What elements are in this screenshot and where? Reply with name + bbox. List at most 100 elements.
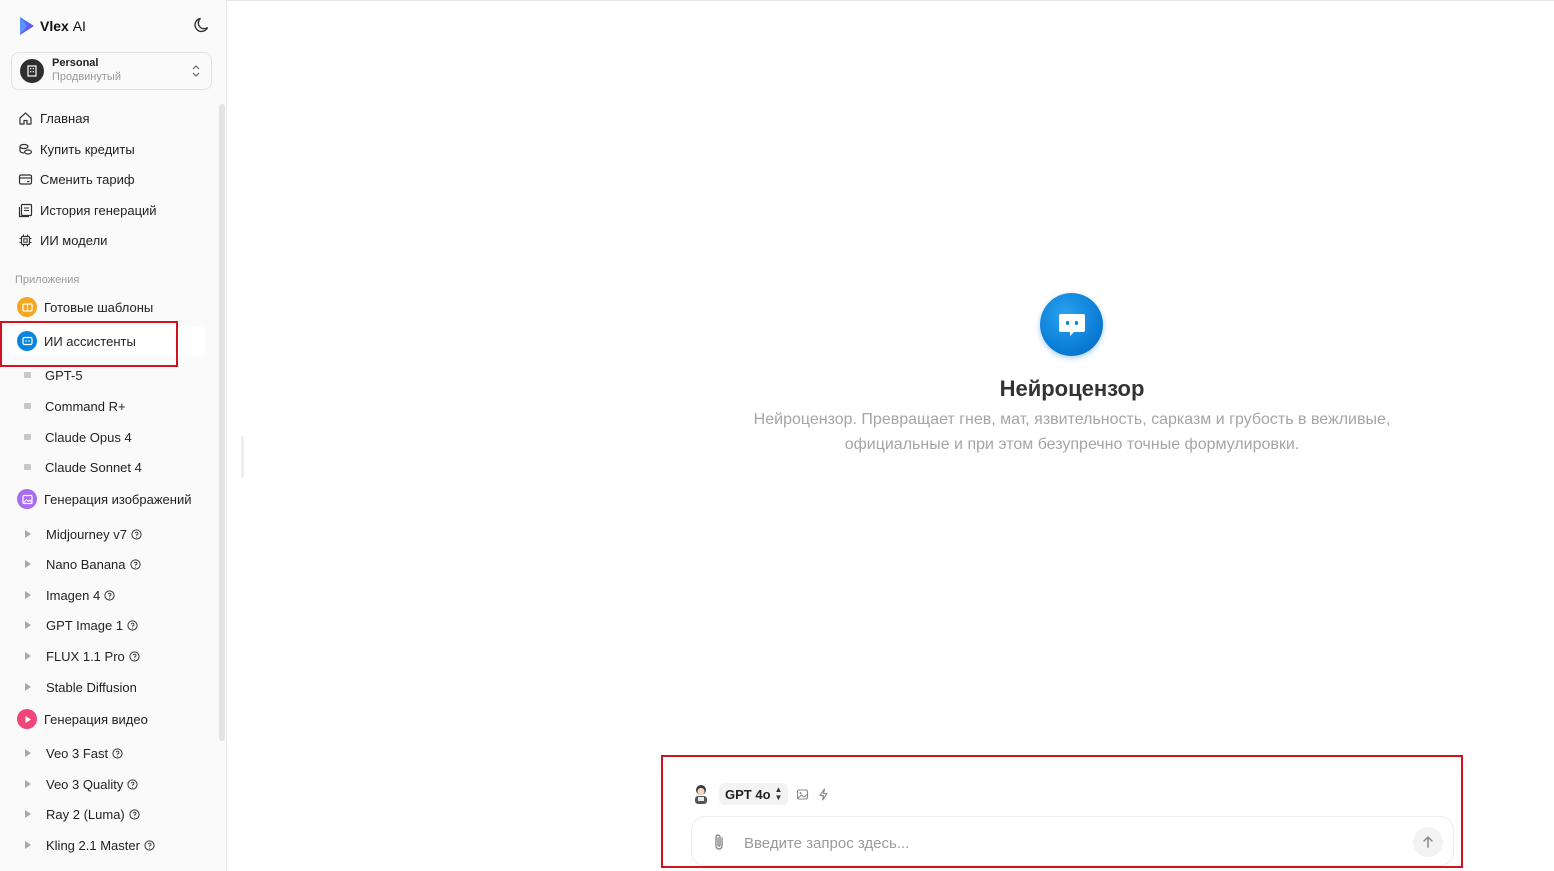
- play-icon: [25, 652, 31, 660]
- help-icon[interactable]: [129, 558, 141, 570]
- image-model-label: Nano Banana: [46, 556, 126, 572]
- app-item-assistants[interactable]: ИИ ассистенты: [17, 330, 136, 352]
- image-model-item[interactable]: Midjourney v7: [22, 525, 142, 543]
- assistant-item[interactable]: Command R+: [22, 397, 126, 415]
- prompt-box: [691, 816, 1454, 866]
- model-dot-icon: [24, 434, 31, 440]
- chat-composer: GPT 4o ▲ ▼: [662, 756, 1462, 868]
- history-icon: [18, 203, 33, 217]
- video-model-item[interactable]: Veo 3 Quality: [22, 775, 138, 793]
- building-icon: [27, 65, 37, 77]
- model-avatar-icon: [695, 785, 707, 804]
- play-icon: [25, 810, 31, 818]
- templates-icon: [17, 297, 37, 317]
- lightning-icon[interactable]: [817, 787, 830, 801]
- image-model-item[interactable]: Stable Diffusion: [22, 678, 137, 696]
- image-icon[interactable]: [796, 788, 809, 801]
- assistant-description-line: официальные и при этом безупречно точные…: [844, 436, 1300, 453]
- arrow-up-icon: [1423, 836, 1433, 848]
- play-icon: [25, 530, 31, 538]
- coins-icon: [19, 143, 33, 155]
- video-play-icon: [17, 709, 37, 729]
- card-icon: [18, 173, 33, 185]
- chat-bot-icon: [1058, 313, 1085, 336]
- app-item-image-generation[interactable]: Генерация изображений: [17, 488, 191, 510]
- image-model-label: Stable Diffusion: [46, 679, 137, 695]
- sort-arrows-icon: ▲ ▼: [774, 785, 783, 802]
- app-item-label: ИИ ассистенты: [44, 333, 136, 349]
- image-model-item[interactable]: Imagen 4: [22, 586, 115, 604]
- assistant-item[interactable]: GPT-5: [22, 366, 83, 384]
- help-icon[interactable]: [129, 650, 140, 662]
- nav-item-history[interactable]: История генераций: [18, 200, 157, 220]
- paperclip-icon[interactable]: [710, 832, 728, 852]
- nav-item-label: Сменить тариф: [40, 171, 135, 187]
- model-toolbar: GPT 4o ▲ ▼: [692, 782, 830, 806]
- chevron-up-down-icon: [192, 65, 200, 77]
- assistant-item-label: Command R+: [45, 398, 126, 414]
- model-select[interactable]: GPT 4o ▲ ▼: [719, 783, 789, 805]
- assistant-description: Нейроцензор. Превращает гнев, мат, язвит…: [672, 407, 1472, 457]
- nav-item-home[interactable]: Главная: [18, 108, 89, 128]
- app-logo[interactable]: Vlex AI: [18, 14, 86, 38]
- top-border: [227, 0, 1554, 1]
- nav-item-label: Главная: [40, 110, 90, 126]
- nav-item-ai-models[interactable]: ИИ модели: [18, 230, 107, 250]
- image-model-item[interactable]: Nano Banana: [22, 555, 141, 573]
- video-model-item[interactable]: Ray 2 (Luma): [22, 805, 140, 823]
- assistant-title: Нейроцензор: [999, 376, 1145, 401]
- video-model-label: Kling 2.1 Master: [46, 837, 140, 853]
- help-icon[interactable]: [127, 778, 138, 790]
- play-icon: [25, 591, 31, 599]
- help-icon[interactable]: [112, 747, 123, 759]
- account-name: Personal: [52, 57, 99, 69]
- help-icon[interactable]: [127, 619, 138, 631]
- assistant-avatar: [1040, 293, 1103, 356]
- model-select-label: GPT 4o: [725, 786, 771, 802]
- help-icon[interactable]: [129, 808, 140, 820]
- assistant-item[interactable]: Claude Sonnet 4: [22, 458, 142, 476]
- model-dot-icon: [24, 464, 31, 470]
- account-plan: Продвинутый: [52, 71, 121, 83]
- nav-item-change-plan[interactable]: Сменить тариф: [18, 169, 135, 189]
- image-model-item[interactable]: GPT Image 1: [22, 616, 138, 634]
- assistant-item-label: Claude Sonnet 4: [45, 459, 142, 475]
- send-button[interactable]: [1413, 827, 1443, 857]
- app-item-label: Готовые шаблоны: [44, 299, 154, 315]
- play-icon: [25, 749, 31, 757]
- home-icon: [19, 111, 32, 125]
- chip-icon: [19, 234, 32, 246]
- logo-icon: [20, 17, 34, 35]
- moon-icon[interactable]: [193, 16, 211, 34]
- account-switcher[interactable]: Personal Продвинутый: [11, 52, 212, 90]
- assistant-item-label: GPT-5: [45, 367, 83, 383]
- app-item-video-generation[interactable]: Генерация видео: [17, 708, 148, 730]
- image-icon: [17, 489, 37, 509]
- video-model-item[interactable]: Veo 3 Fast: [22, 744, 123, 762]
- help-icon[interactable]: [144, 839, 155, 851]
- prompt-input[interactable]: [742, 830, 1386, 856]
- help-icon[interactable]: [131, 528, 142, 540]
- assistant-description-line: Нейроцензор. Превращает гнев, мат, язвит…: [753, 411, 1391, 428]
- account-avatar: [20, 59, 44, 83]
- model-dot-icon: [24, 372, 31, 378]
- assistant-item[interactable]: Claude Opus 4: [22, 428, 132, 446]
- image-model-item[interactable]: FLUX 1.1 Pro: [22, 647, 140, 665]
- app-item-label: Генерация видео: [44, 711, 148, 727]
- panel-resize-handle[interactable]: [241, 436, 244, 478]
- sidebar-scrollbar[interactable]: [219, 104, 225, 741]
- play-icon: [25, 621, 31, 629]
- help-icon[interactable]: [104, 589, 115, 601]
- nav-item-buy-credits[interactable]: Купить кредиты: [18, 139, 135, 159]
- image-model-label: FLUX 1.1 Pro: [46, 648, 125, 664]
- video-model-item[interactable]: Kling 2.1 Master: [22, 836, 155, 854]
- video-model-label: Veo 3 Fast: [46, 745, 109, 761]
- apps-section-label: Приложения: [15, 274, 80, 286]
- chat-bot-icon: [17, 331, 37, 351]
- nav-item-label: Купить кредиты: [40, 141, 135, 157]
- nav-item-label: ИИ модели: [40, 232, 108, 248]
- sidebar: Vlex AI Personal Продвинутый Главная Куп…: [0, 0, 227, 871]
- image-model-label: GPT Image 1: [46, 617, 124, 633]
- app-item-templates[interactable]: Готовые шаблоны: [17, 296, 153, 318]
- video-model-label: Ray 2 (Luma): [46, 806, 125, 822]
